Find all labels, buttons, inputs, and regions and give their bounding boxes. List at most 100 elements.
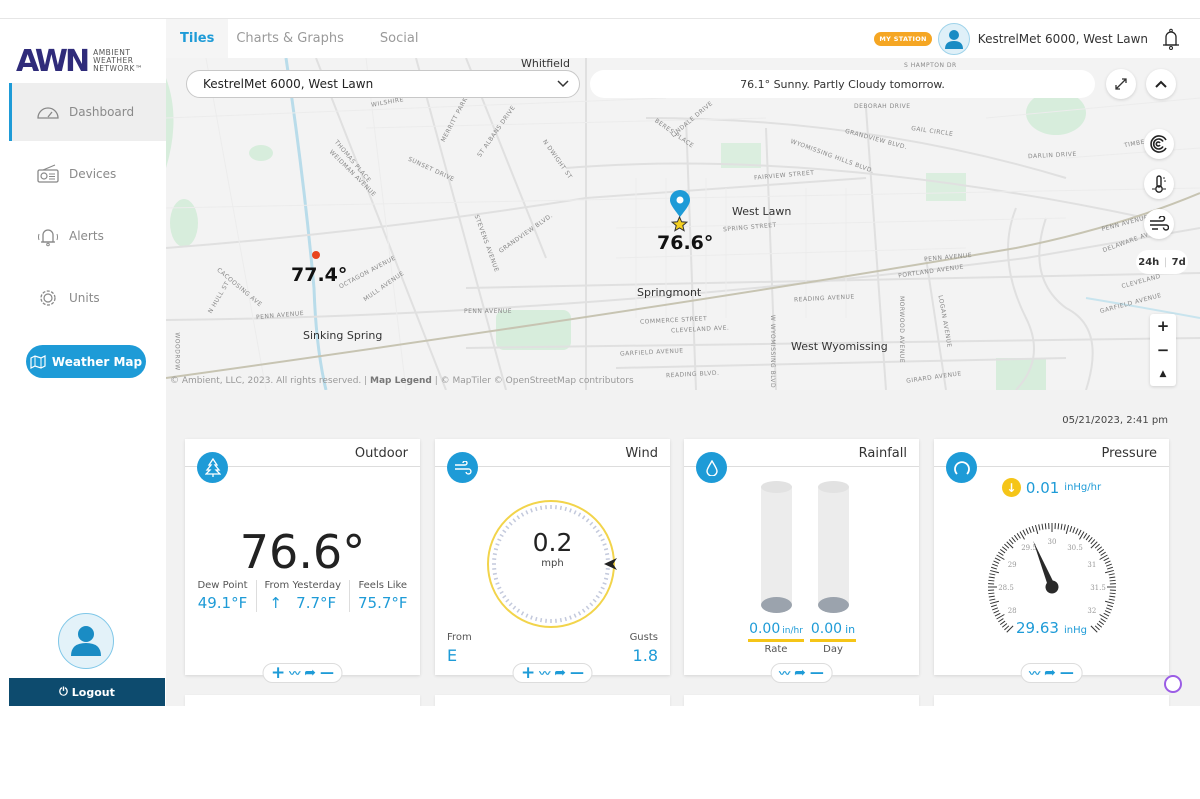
tab-charts-graphs[interactable]: Charts & Graphs — [228, 19, 358, 58]
wind-tick — [540, 505, 543, 510]
wind-tick — [516, 515, 521, 520]
zoom-in-button[interactable]: + — [1157, 314, 1170, 338]
gauge-tick — [1083, 533, 1088, 539]
tile-title: Pressure — [1101, 446, 1157, 461]
gauge-tick — [1022, 529, 1027, 536]
share-button[interactable]: ➦ — [304, 666, 316, 680]
tab-social[interactable]: Social — [358, 19, 433, 58]
sidebar-item-devices[interactable]: Devices — [9, 145, 166, 203]
chart-button[interactable]: 〰 — [289, 668, 300, 679]
station-avatar[interactable] — [937, 23, 970, 55]
tile-toolbar: + 〰 ➦ — — [262, 663, 343, 683]
station-dot-marker[interactable] — [312, 251, 320, 259]
raindrop-icon — [696, 452, 727, 483]
gauge-tick — [1085, 534, 1091, 541]
user-avatar[interactable] — [58, 613, 114, 669]
add-tile-button[interactable]: + — [521, 664, 535, 682]
rain-rate-label: Rate — [764, 644, 788, 655]
sidebar: AWN AMBIENT WEATHER NETWORK™ Dashboard D… — [0, 19, 166, 706]
wind-tick — [573, 510, 577, 515]
add-tile-button[interactable]: + — [271, 664, 285, 682]
location-pin-icon[interactable] — [669, 190, 691, 218]
gauge-tick — [1057, 523, 1060, 530]
gauge-tick-label: 29 — [1008, 561, 1017, 569]
chart-button[interactable]: 〰 — [1029, 668, 1040, 679]
compass-north-button[interactable]: ▲ — [1160, 362, 1167, 386]
day-tube — [818, 481, 849, 613]
gauge-tick — [1008, 539, 1014, 545]
awn-logo[interactable]: AWN AMBIENT WEATHER NETWORK™ — [16, 39, 161, 83]
remove-tile-button[interactable]: — — [810, 666, 824, 680]
radar-layer-button[interactable] — [1144, 129, 1174, 159]
gauge-tick-label: 28 — [1008, 607, 1017, 615]
time-range-toggle: 24h | 7d — [1136, 250, 1188, 274]
gauge-tick — [1104, 600, 1114, 605]
share-button[interactable]: ➦ — [1044, 666, 1056, 680]
remove-tile-button[interactable]: — — [570, 666, 584, 680]
chart-button[interactable]: 〰 — [539, 668, 550, 679]
help-chat-button[interactable] — [1164, 675, 1182, 693]
range-24h[interactable]: 24h — [1138, 257, 1159, 268]
station-select-dropdown[interactable]: KestrelMet 6000, West Lawn — [186, 70, 580, 98]
wind-tick — [535, 616, 538, 622]
wind-from-label: From — [447, 632, 472, 643]
last-updated-timestamp: 05/21/2023, 2:41 pm — [1062, 415, 1168, 426]
collapse-map-button[interactable] — [1146, 69, 1176, 99]
gauge-tick — [1103, 612, 1110, 617]
street-label: DEBORAH DRIVE — [854, 103, 911, 110]
place-label: West Wyomissing — [791, 340, 888, 353]
sidebar-item-units[interactable]: Units — [9, 269, 166, 327]
tab-bar: Tiles Charts & Graphs Social MY STATION … — [166, 19, 1200, 58]
expand-map-button[interactable] — [1106, 69, 1136, 99]
temperature-layer-button[interactable] — [1144, 169, 1174, 199]
station-name[interactable]: KestrelMet 6000, West Lawn — [978, 32, 1148, 46]
sidebar-item-alerts[interactable]: Alerts — [9, 207, 166, 265]
gauge-tick — [1109, 579, 1116, 582]
gauge-tick — [1075, 528, 1079, 535]
street-label: WOODROW — [173, 332, 181, 371]
gauge-tick — [993, 610, 1000, 614]
gauge-tick-label: 31 — [1087, 561, 1096, 569]
range-7d[interactable]: 7d — [1172, 257, 1186, 268]
expand-icon — [1115, 78, 1127, 90]
wind-tick — [577, 512, 582, 517]
gauge-tick — [990, 566, 997, 570]
street-label: W WYOMISSING BLVD — [769, 314, 777, 389]
tab-tiles[interactable]: Tiles — [166, 19, 229, 58]
gauge-icon — [37, 107, 59, 119]
logout-button[interactable]: ⏻ Logout — [9, 678, 165, 706]
chart-button[interactable]: 〰 — [779, 668, 790, 679]
bell-icon[interactable] — [1162, 27, 1180, 51]
street-label: S HAMPTON DR — [904, 62, 957, 69]
tile-toolbar: 〰 ➦ — — [1020, 663, 1083, 683]
chevron-up-icon — [1155, 80, 1167, 88]
gauge-tick-label: 28.5 — [998, 584, 1014, 592]
gauge-tick — [1031, 525, 1035, 532]
gauge-tick — [988, 576, 995, 579]
marker-temp-label[interactable]: 76.6° — [657, 232, 713, 254]
gauge-tick — [1038, 524, 1041, 531]
wind-tick — [516, 608, 521, 613]
wind-tick — [585, 605, 590, 610]
marker-temp-label[interactable]: 77.4° — [291, 264, 347, 286]
wind-tick — [520, 512, 525, 517]
sidebar-item-dashboard[interactable]: Dashboard — [9, 83, 166, 141]
wind-tick — [508, 602, 513, 607]
wind-tick — [581, 608, 586, 613]
share-button[interactable]: ➦ — [794, 666, 806, 680]
sidebar-item-label: Units — [69, 291, 100, 305]
rain-gauge-tubes — [761, 481, 849, 613]
zoom-out-button[interactable]: − — [1157, 338, 1170, 362]
wind-tick — [577, 611, 582, 616]
weather-map[interactable]: Whitfield West Lawn Springmont Sinking S… — [166, 58, 1200, 390]
remove-tile-button[interactable]: — — [1060, 666, 1074, 680]
share-button[interactable]: ➦ — [554, 666, 566, 680]
map-legend-link[interactable]: Map Legend — [370, 376, 432, 386]
tile-toolbar: + 〰 ➦ — — [512, 663, 593, 683]
gauge-tick — [1096, 546, 1103, 551]
gauge-tick — [988, 595, 995, 598]
wind-tick — [589, 521, 594, 526]
remove-tile-button[interactable]: — — [320, 666, 334, 680]
weather-map-button[interactable]: Weather Map — [26, 345, 146, 378]
wind-layer-button[interactable] — [1144, 209, 1174, 239]
